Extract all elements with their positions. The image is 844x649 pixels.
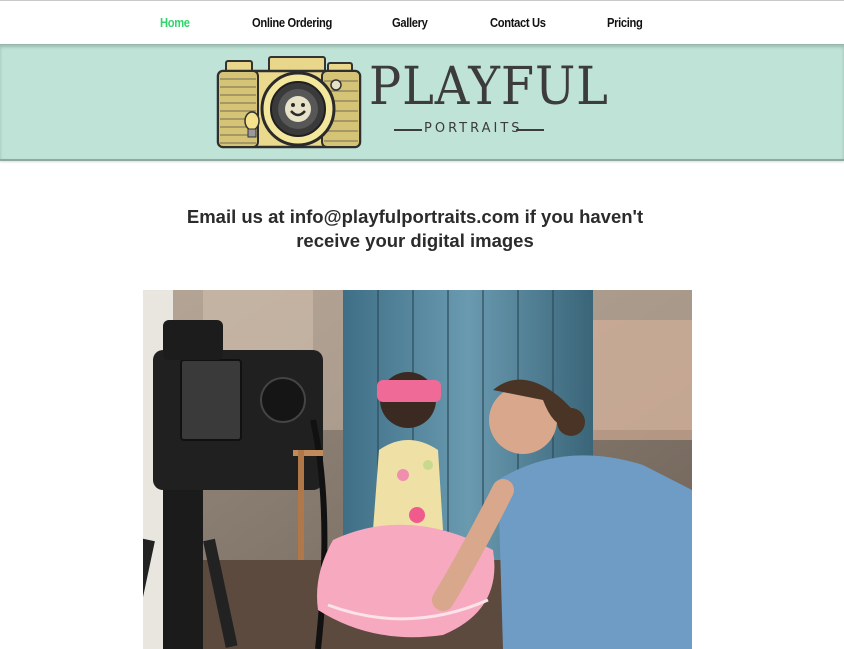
nav-contact-us[interactable]: Contact Us [490,15,546,30]
photo-illustration [143,290,692,649]
email-notice: Email us at info@playfulportraits.com if… [186,206,644,251]
header-banner: PLAYFUL PORTRAITS [0,44,844,161]
logo-rule-right [516,129,544,131]
site-logo[interactable]: PLAYFUL PORTRAITS [214,55,608,151]
nav-pricing[interactable]: Pricing [607,15,643,30]
nav-home[interactable]: Home [160,15,190,30]
nav-gallery[interactable]: Gallery [392,15,428,30]
logo-rule-left [394,129,422,131]
logo-subtitle-group: PORTRAITS [394,121,544,137]
nav-online-ordering[interactable]: Online Ordering [252,15,332,30]
logo-subtitle: PORTRAITS [424,121,523,136]
photographer-with-child-image [143,290,692,649]
camera-icon [216,56,362,149]
main-nav: Home Online Ordering Gallery Contact Us … [0,1,844,44]
logo-title: PLAYFUL [369,57,609,117]
